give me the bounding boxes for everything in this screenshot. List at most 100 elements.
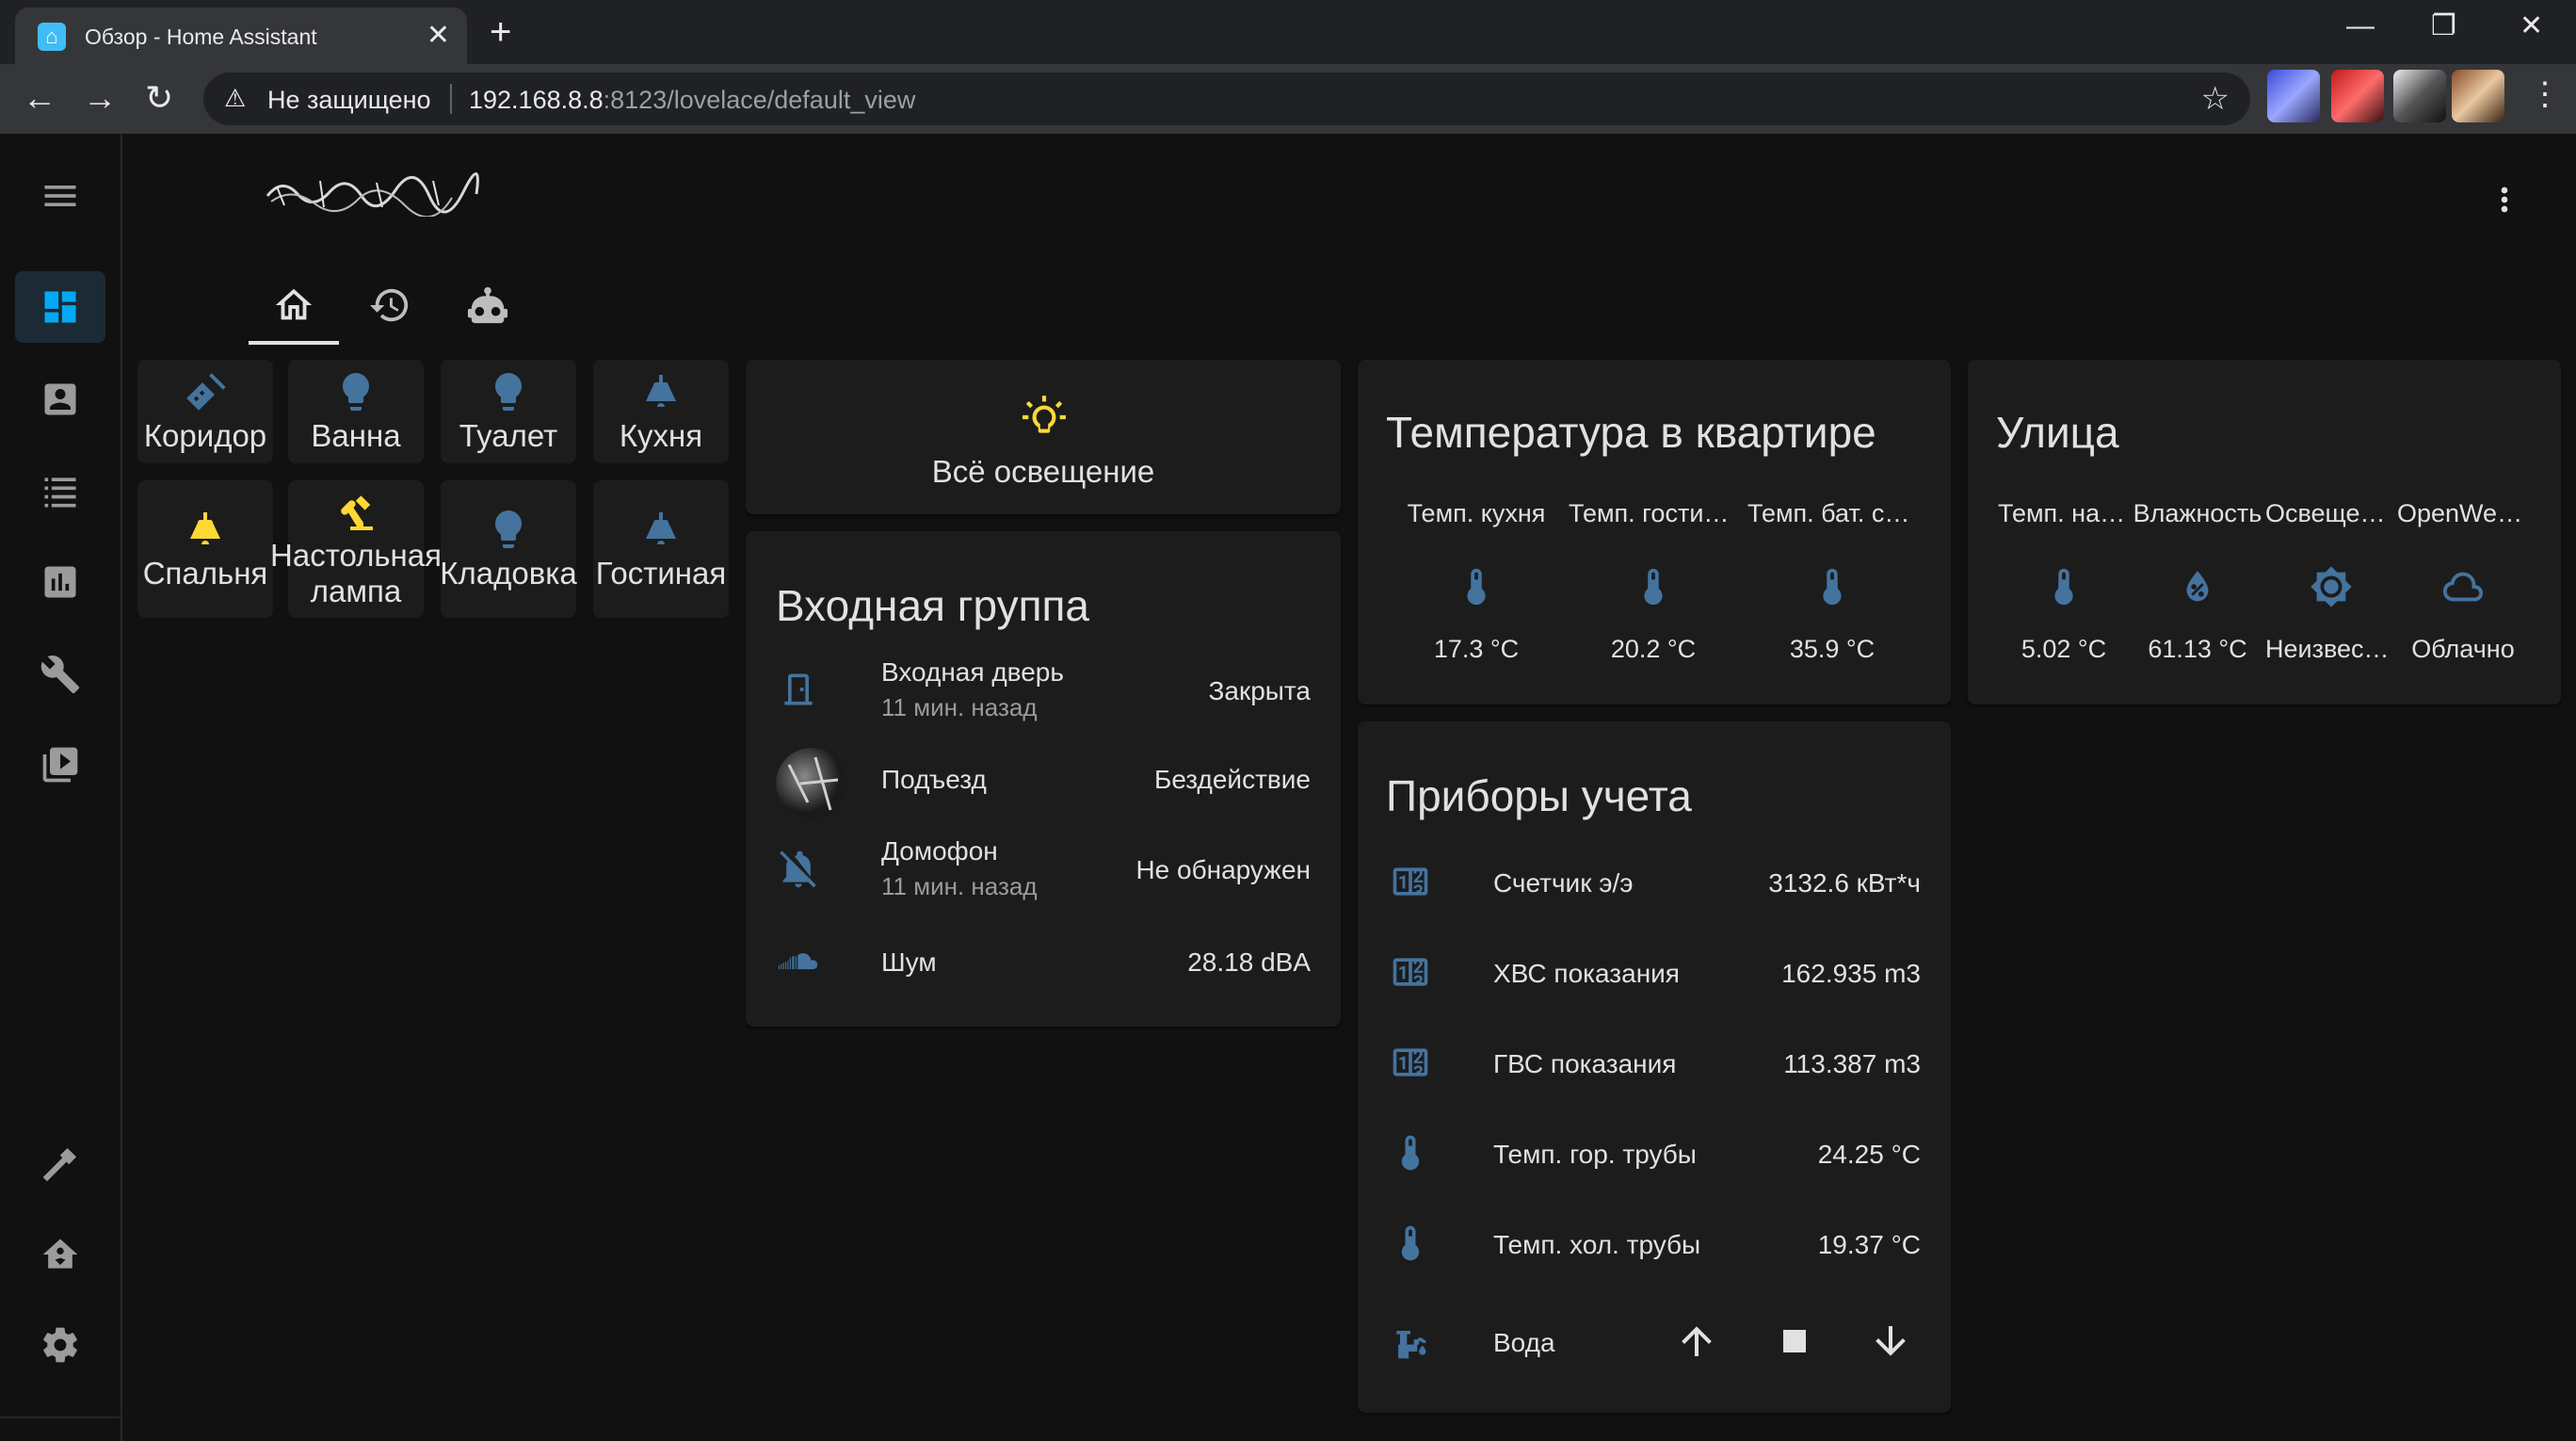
url-text[interactable]: 192.168.8.8:8123/lovelace/default_view <box>469 86 915 115</box>
camera-avatar <box>774 746 849 821</box>
supervisor-icon[interactable] <box>15 1219 105 1290</box>
view-tab-robot[interactable] <box>443 266 533 345</box>
entity-last-changed: 11 мин. назад <box>881 693 1038 721</box>
settings-icon[interactable] <box>15 1309 105 1381</box>
logbook-icon[interactable] <box>15 456 105 527</box>
overview-icon[interactable] <box>15 271 105 343</box>
entity-state: Не обнаружен <box>1135 855 1311 884</box>
card-title: Улица <box>1996 408 2119 457</box>
light-button-bath[interactable]: Ванна <box>288 360 424 463</box>
arrow-up-icon[interactable] <box>1674 1319 1719 1364</box>
bell-off-icon <box>774 844 823 893</box>
counter-icon <box>1386 857 1435 906</box>
glance-name: OpenWeather <box>2397 499 2529 527</box>
tab-title: Обзор - Home Assistant <box>85 24 317 49</box>
warning-icon[interactable]: ⚠ <box>224 84 246 113</box>
entity-row[interactable]: Входная дверь 11 мин. назад Закрыта <box>746 652 1341 727</box>
home-icon <box>275 288 313 320</box>
view-tab-home[interactable] <box>249 266 339 345</box>
light-button-storage[interactable]: Кладовка <box>440 480 577 618</box>
entity-name: ХВС показания <box>1493 959 1680 988</box>
history-icon[interactable] <box>15 546 105 618</box>
bulb-icon <box>495 510 522 548</box>
stop-icon[interactable] <box>1772 1319 1817 1364</box>
light-button-toilet[interactable]: Туалет <box>441 360 576 463</box>
config-icon[interactable] <box>15 639 105 710</box>
light-button-label: Кухня <box>619 418 703 453</box>
reload-button[interactable]: ↻ <box>145 77 173 119</box>
entity-row[interactable]: Шум 28.18 dBA <box>746 923 1341 998</box>
developer-tools-icon[interactable] <box>15 1128 105 1200</box>
menu-icon[interactable] <box>15 160 105 232</box>
glance-state: 61.13 °C <box>2148 635 2247 663</box>
entity-state: 113.387 m3 <box>1783 1049 1921 1078</box>
glance-name: Темп. кухня <box>1407 499 1546 527</box>
led-strip-icon <box>186 373 226 411</box>
new-tab-button[interactable]: + <box>490 11 511 53</box>
all-lights-button[interactable]: Всё освещение <box>746 360 1341 514</box>
security-label[interactable]: Не защищено <box>267 86 431 115</box>
light-button-kitchen[interactable]: Кухня <box>593 360 729 463</box>
glance-name: Освещенность <box>2265 499 2397 527</box>
arrow-down-icon[interactable] <box>1868 1319 1913 1364</box>
ceiling-lamp-icon <box>646 512 676 544</box>
light-button-desk-lamp[interactable]: Настольная лампа <box>270 480 442 618</box>
humidity-icon <box>2132 565 2263 612</box>
entity-state: Бездействие <box>1153 765 1311 794</box>
light-button-label: Кладовка <box>440 556 577 591</box>
glance-state: Неизвестно <box>2265 635 2397 663</box>
entity-row[interactable]: ГВС показания 113.387 m3 <box>1358 1025 1951 1100</box>
street-card: Улица Темп. наружная 5.02 °C Влажность 6… <box>1968 360 2561 704</box>
ha-header <box>122 134 2576 345</box>
entity-name: Вода <box>1493 1328 1555 1357</box>
meters-card: Приборы учета Счетчик э/э 3132.6 кВт*ч Х… <box>1358 721 1951 1413</box>
entity-row[interactable]: Счетчик э/э 3132.6 кВт*ч <box>1358 844 1951 919</box>
light-button-label: Ванна <box>311 418 401 453</box>
view-tab-history[interactable] <box>345 266 435 345</box>
extension-icon-4[interactable] <box>2452 70 2504 122</box>
entity-row[interactable]: Темп. гор. трубы 24.25 °C <box>1358 1115 1951 1190</box>
entity-state: Закрыта <box>1208 676 1311 705</box>
bookmark-star-icon[interactable]: ☆ <box>2201 80 2230 118</box>
browser-menu-icon[interactable]: ⋮ <box>2529 75 2561 113</box>
restore-button[interactable]: ❐ <box>2431 8 2456 45</box>
browser-tab[interactable]: ⌂ Обзор - Home Assistant ✕ <box>15 8 467 64</box>
entity-row[interactable]: Темп. хол. трубы 19.37 °C <box>1358 1206 1951 1281</box>
extension-icon-2[interactable] <box>2331 70 2384 122</box>
map-icon[interactable] <box>15 364 105 435</box>
minimize-button[interactable]: — <box>2346 8 2375 45</box>
light-button-label: Коридор <box>143 418 267 453</box>
water-pump-icon <box>1386 1317 1435 1366</box>
water-cover-row: Вода <box>1358 1303 1951 1379</box>
site-logo <box>266 172 479 217</box>
light-button-bedroom[interactable]: Спальня <box>137 480 273 618</box>
entity-row[interactable]: ХВС показания 162.935 m3 <box>1358 934 1951 1010</box>
entity-name: Темп. хол. трубы <box>1493 1230 1701 1259</box>
media-icon[interactable] <box>15 729 105 801</box>
extension-icon-1[interactable] <box>2267 70 2320 122</box>
robot-icon <box>467 286 508 324</box>
bulb-icon <box>343 373 369 411</box>
browser-toolbar: ← → ↻ ⚠ Не защищено 192.168.8.8:8123/lov… <box>0 64 2576 136</box>
extension-icon-3[interactable] <box>2393 70 2446 122</box>
light-button-label: Настольная лампа <box>270 538 442 608</box>
home-assistant-favicon-icon: ⌂ <box>38 23 66 51</box>
overflow-menu-icon[interactable] <box>2486 171 2523 228</box>
entity-name: Шум <box>881 947 937 977</box>
entity-name: Домофон <box>881 836 998 866</box>
counter-icon <box>1386 947 1435 996</box>
thermometer-icon <box>1386 1219 1435 1268</box>
tab-close-icon[interactable]: ✕ <box>427 19 450 53</box>
back-button[interactable]: ← <box>23 77 56 119</box>
address-bar[interactable]: ⚠ Не защищено 192.168.8.8:8123/lovelace/… <box>203 73 2250 125</box>
cloud-icon <box>2397 565 2529 612</box>
forward-button[interactable]: → <box>83 77 117 119</box>
entity-row[interactable]: Домофон 11 мин. назад Не обнаружен <box>746 831 1341 906</box>
close-window-button[interactable]: ✕ <box>2520 8 2543 45</box>
temperature-card: Температура в квартире Темп. кухня 17.3 … <box>1358 360 1951 704</box>
light-button-corridor[interactable]: Коридор <box>137 360 273 463</box>
light-button-living-room[interactable]: Гостиная <box>593 480 729 618</box>
ceiling-lamp-icon <box>190 512 220 544</box>
thermometer-icon <box>1747 565 1917 612</box>
entity-row[interactable]: Подъезд Бездействие <box>746 740 1341 819</box>
